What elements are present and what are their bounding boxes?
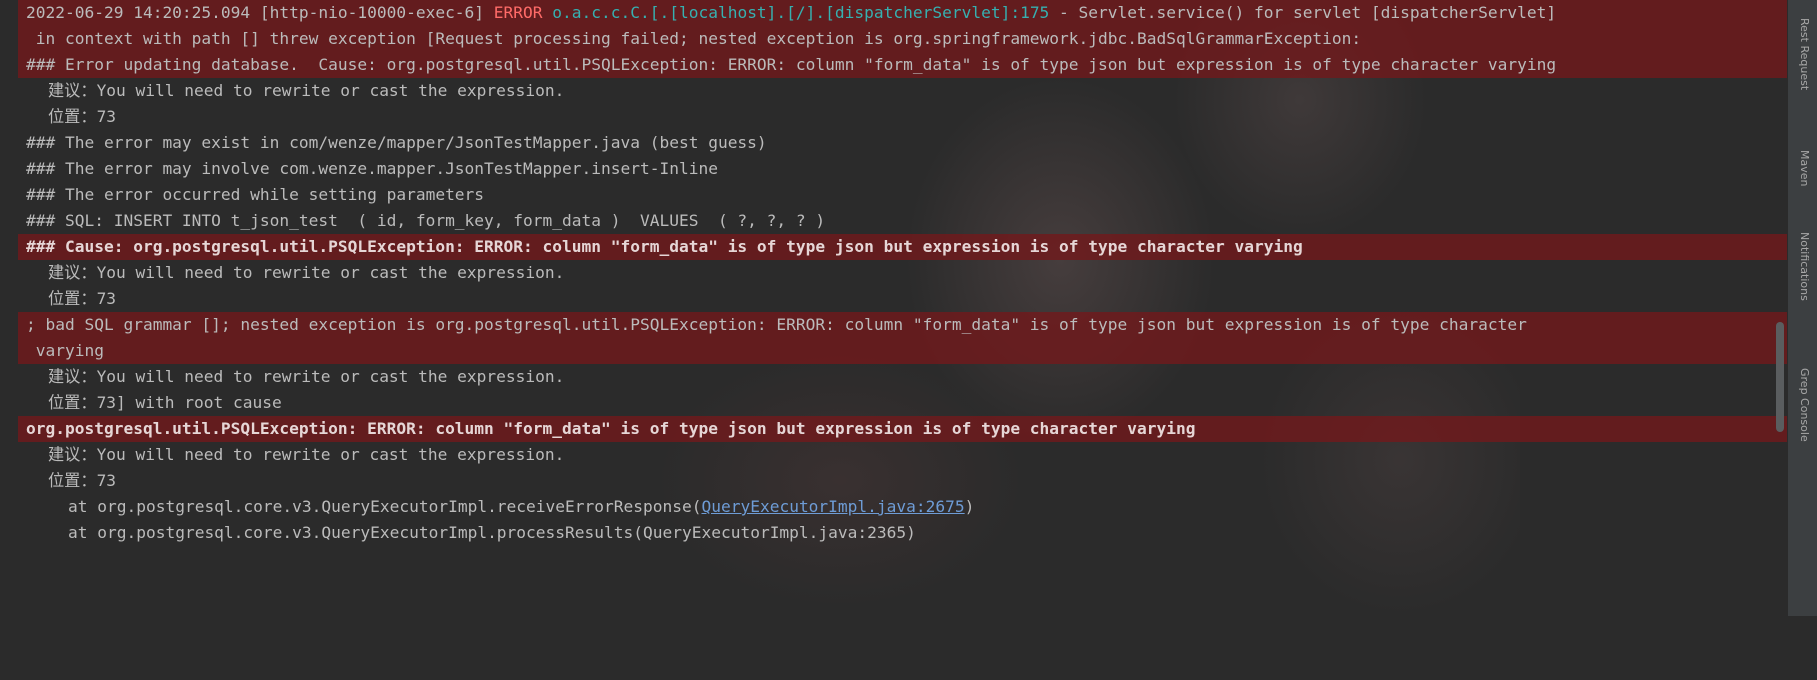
position-value: 73 [96,107,117,126]
stack-frame-suffix: ) [964,497,975,516]
position-value: 73 [96,471,117,490]
position-label: 位置： [48,471,97,490]
tool-tab-notifications[interactable]: Notifications [1798,232,1811,301]
log-line: ### The error occurred while setting par… [26,185,485,204]
stack-frame-text: at org.postgresql.core.v3.QueryExecutorI… [68,497,702,516]
hint-label: 建议： [48,263,97,282]
right-tool-window-bar: Rest Request Maven Notifications Grep Co… [1787,0,1817,616]
log-line-position: 位置：73 [18,468,1788,494]
hint-text: You will need to rewrite or cast the exp… [96,367,565,386]
logger-name: o.a.c.c.C.[.[localhost].[/].[dispatcherS… [542,3,1050,22]
log-line: in context with path [] threw exception … [18,26,1788,52]
log-level: ERROR [493,3,543,22]
source-link[interactable]: QueryExecutorImpl.java:2675 [701,497,964,516]
log-line-hint: 建议：You will need to rewrite or cast the … [18,364,1788,390]
position-label: 位置： [48,289,97,308]
position-label: 位置： [48,107,97,126]
log-line-position: 位置：73] with root cause [18,390,1788,416]
position-value: 73] with root cause [96,393,282,412]
log-line-hint: 建议：You will need to rewrite or cast the … [18,78,1788,104]
log-line: ### SQL: INSERT INTO t_json_test ( id, f… [26,211,826,230]
timestamp-thread: 2022-06-29 14:20:25.094 [http-nio-10000-… [26,3,494,22]
log-line-position: 位置：73 [18,104,1788,130]
stack-trace-line: at org.postgresql.core.v3.QueryExecutorI… [18,494,1788,520]
log-line-root-cause: org.postgresql.util.PSQLException: ERROR… [18,416,1788,442]
hint-label: 建议： [48,81,97,100]
console-scrollbar[interactable] [1776,322,1784,432]
log-line-hint: 建议：You will need to rewrite or cast the … [18,442,1788,468]
log-line: ### Error updating database. Cause: org.… [18,52,1788,78]
log-message: - Servlet.service() for servlet [dispatc… [1049,3,1557,22]
tool-tab-rest-request[interactable]: Rest Request [1798,18,1811,90]
position-label: 位置： [48,393,97,412]
log-line-position: 位置：73 [18,286,1788,312]
hint-text: You will need to rewrite or cast the exp… [96,81,565,100]
tool-tab-grep-console[interactable]: Grep Console [1798,368,1811,442]
log-line: ### The error may exist in com/wenze/map… [26,133,767,152]
hint-label: 建议： [48,367,97,386]
hint-text: You will need to rewrite or cast the exp… [96,445,565,464]
log-line: varying [18,338,1788,364]
log-line: ; bad SQL grammar []; nested exception i… [18,312,1788,338]
console-output[interactable]: 2022-06-29 14:20:25.094 [http-nio-10000-… [18,0,1788,616]
log-line: ### The error may involve com.wenze.mapp… [26,159,718,178]
hint-label: 建议： [48,445,97,464]
tool-tab-maven[interactable]: Maven [1798,150,1811,186]
left-gutter [0,0,18,616]
hint-text: You will need to rewrite or cast the exp… [96,263,565,282]
position-value: 73 [96,289,117,308]
log-line-cause: ### Cause: org.postgresql.util.PSQLExcep… [18,234,1788,260]
stack-trace-line: at org.postgresql.core.v3.QueryExecutorI… [68,523,916,542]
log-line-error-header: 2022-06-29 14:20:25.094 [http-nio-10000-… [18,0,1788,26]
log-line-hint: 建议：You will need to rewrite or cast the … [18,260,1788,286]
